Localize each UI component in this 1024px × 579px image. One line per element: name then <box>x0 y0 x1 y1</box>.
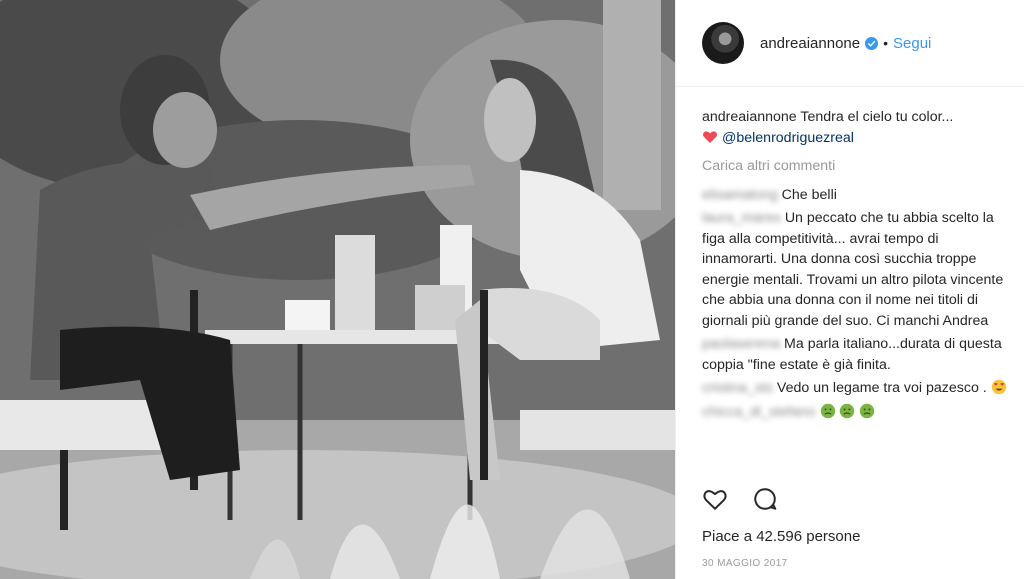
heart-eyes-emoji-icon <box>991 379 1006 395</box>
likes-count[interactable]: Piace a 42.596 persone <box>702 528 860 545</box>
verified-icon <box>865 36 879 50</box>
comment: paolaserena Ma parla italiano...durata d… <box>702 334 1008 375</box>
post-photo[interactable] <box>0 0 675 579</box>
post-date[interactable]: 30 MAGGIO 2017 <box>702 558 788 569</box>
caption: andreaiannone Tendra el cielo tu color..… <box>702 107 1008 148</box>
comment-username[interactable]: elisamalong <box>702 187 778 203</box>
comment: chicca_di_stefano <box>702 402 1008 423</box>
comment-username[interactable]: laura_mares <box>702 210 781 226</box>
separator-dot: • <box>883 35 888 51</box>
post-actions <box>702 486 778 512</box>
comment-text: Vedo un legame tra voi pazesco . <box>776 380 987 396</box>
sick-emoji-icon <box>840 403 855 418</box>
comment-username[interactable]: paolaserena <box>702 336 780 352</box>
caption-mention[interactable]: @belenrodriguezreal <box>722 130 854 146</box>
comment-icon[interactable] <box>752 486 778 512</box>
avatar[interactable] <box>702 22 744 64</box>
post-photo-image <box>0 0 675 579</box>
load-more-comments[interactable]: Carica altri commenti <box>702 156 1008 177</box>
comment-text: Un peccato che tu abbia scelto la figa a… <box>702 210 1004 329</box>
caption-username[interactable]: andreaiannone <box>702 109 797 125</box>
caption-text: Tendra el cielo tu color... <box>800 109 954 125</box>
header-username[interactable]: andreaiannone <box>760 35 860 52</box>
post-header: andreaiannone • Segui <box>676 0 1024 87</box>
sick-emoji-icon <box>860 403 875 418</box>
post-sidebar: andreaiannone • Segui andreaiannone Tend… <box>675 0 1024 579</box>
instagram-post: andreaiannone • Segui andreaiannone Tend… <box>0 0 1024 579</box>
comment-username[interactable]: cristina_sts <box>702 380 773 396</box>
comments-section: andreaiannone Tendra el cielo tu color..… <box>676 87 1024 422</box>
comment: cristina_sts Vedo un legame tra voi paze… <box>702 378 1008 399</box>
comment-username[interactable]: chicca_di_stefano <box>702 404 816 420</box>
follow-button[interactable]: Segui <box>893 35 931 52</box>
sick-emoji-icon <box>820 403 835 418</box>
heart-emoji-icon <box>703 130 717 143</box>
like-icon[interactable] <box>702 486 728 512</box>
comment-text: Che belli <box>781 186 837 203</box>
comment: laura_mares Un peccato che tu abbia scel… <box>702 208 1008 331</box>
comment: elisamalong Che belli <box>702 185 1008 206</box>
